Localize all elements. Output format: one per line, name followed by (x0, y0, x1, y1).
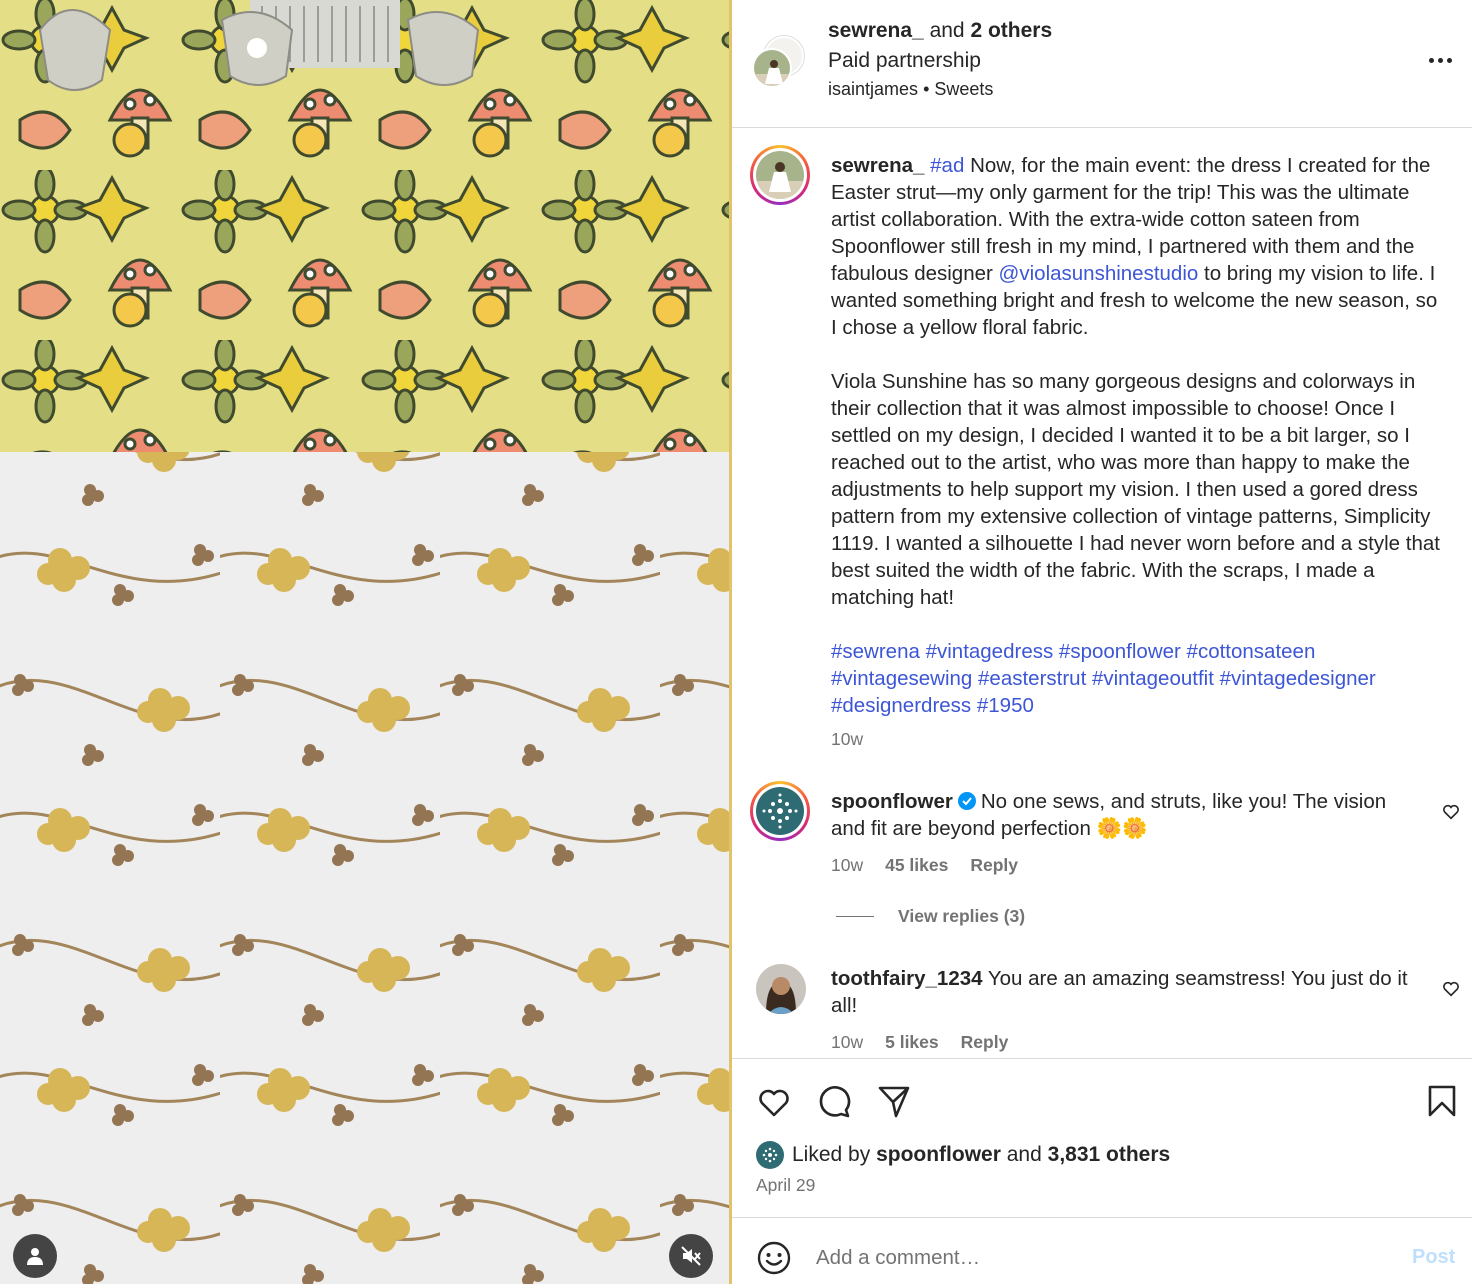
author-avatar (752, 48, 792, 88)
liked-by-prefix: Liked by (792, 1143, 871, 1166)
person-icon (27, 1248, 43, 1265)
paper-plane-icon[interactable] (872, 1079, 916, 1123)
collab-avatars[interactable] (752, 36, 808, 88)
add-comment-input[interactable] (816, 1242, 1376, 1274)
comment-username[interactable]: toothfairy_1234 (831, 967, 983, 990)
author-username[interactable]: sewrena_ (828, 19, 924, 42)
post-comment-button[interactable]: Post (1412, 1246, 1455, 1269)
verified-badge-icon (957, 792, 976, 810)
liked-by-others[interactable]: 3,831 others (1048, 1143, 1171, 1167)
mention-link[interactable]: @violasunshinestudio (999, 262, 1199, 285)
comment-text: toothfairy_1234 You are an amazing seams… (831, 965, 1421, 1019)
caption-paragraph-2: Viola Sunshine has so many gorgeous desi… (831, 370, 1440, 609)
post-header: sewrena_ and 2 others Paid partnership i… (732, 0, 1472, 128)
separator-dot: • (923, 79, 930, 99)
speaker-muted-icon (681, 1246, 701, 1266)
comment-time[interactable]: 10w (831, 1032, 863, 1053)
comment-likes[interactable]: 5 likes (885, 1032, 939, 1053)
ellipsis-icon (1428, 57, 1434, 63)
comment-text: spoonflower No one sews, and struts, like… (831, 788, 1421, 842)
emoji-icon[interactable] (756, 1240, 792, 1276)
more-options-button[interactable] (1422, 46, 1458, 74)
hashtag-ad[interactable]: #ad (930, 154, 964, 177)
and-text: and (929, 19, 965, 42)
comment-like-heart-icon[interactable] (1440, 977, 1462, 999)
paid-partnership-label[interactable]: Paid partnership (828, 49, 981, 73)
liked-by: Liked by spoonflower and 3,831 others (756, 1141, 1170, 1169)
bookmark-icon[interactable] (1420, 1079, 1464, 1123)
reply-button[interactable]: Reply (970, 855, 1018, 876)
add-comment-bar: Post (732, 1217, 1472, 1284)
liker-avatar[interactable] (756, 1141, 784, 1169)
post-details-panel: sewrena_ and 2 others Paid partnership i… (732, 0, 1472, 1284)
comment-meta: 10w 45 likes Reply (831, 855, 1018, 876)
post-video-frame (0, 0, 729, 1284)
mute-toggle-button[interactable] (669, 1234, 713, 1278)
caption-time[interactable]: 10w (831, 729, 863, 750)
comment-like-heart-icon[interactable] (1440, 800, 1462, 822)
heart-icon[interactable] (752, 1079, 796, 1123)
liked-by-user[interactable]: spoonflower (876, 1143, 1001, 1167)
post-actions: Liked by spoonflower and 3,831 others Ap… (732, 1058, 1472, 1218)
reply-button[interactable]: Reply (961, 1032, 1009, 1053)
header-subline: isaintjames • Sweets (828, 79, 993, 100)
comments-section[interactable]: sewrena_ #ad Now, for the main event: th… (732, 128, 1472, 1058)
spoonflower-avatar[interactable] (750, 781, 810, 841)
comment-username[interactable]: spoonflower (831, 790, 953, 813)
caption-meta: 10w (831, 729, 863, 750)
liked-by-and: and (1006, 1143, 1042, 1166)
user-tag-button[interactable] (13, 1234, 57, 1278)
comment-time[interactable]: 10w (831, 855, 863, 876)
caption-avatar[interactable] (750, 145, 810, 205)
comment-likes[interactable]: 45 likes (885, 855, 948, 876)
comment-icon[interactable] (812, 1079, 856, 1123)
tagged-account[interactable]: isaintjames (828, 79, 918, 99)
toothfairy-avatar[interactable] (756, 964, 806, 1014)
collab-line: sewrena_ and 2 others (828, 19, 1052, 43)
view-replies-label: View replies (3) (898, 906, 1026, 926)
caption-hashtags[interactable]: #sewrena #vintagedress #spoonflower #cot… (831, 638, 1446, 719)
audio-link[interactable]: Sweets (934, 79, 993, 99)
caption-username[interactable]: sewrena_ (831, 154, 924, 177)
post-media[interactable] (0, 0, 729, 1284)
view-replies-button[interactable]: View replies (3) (836, 906, 1025, 927)
post-date[interactable]: April 29 (756, 1175, 815, 1196)
caption-text: sewrena_ #ad Now, for the main event: th… (831, 152, 1446, 719)
collab-others-link[interactable]: 2 others (970, 19, 1052, 42)
comment-meta: 10w 5 likes Reply (831, 1032, 1008, 1053)
